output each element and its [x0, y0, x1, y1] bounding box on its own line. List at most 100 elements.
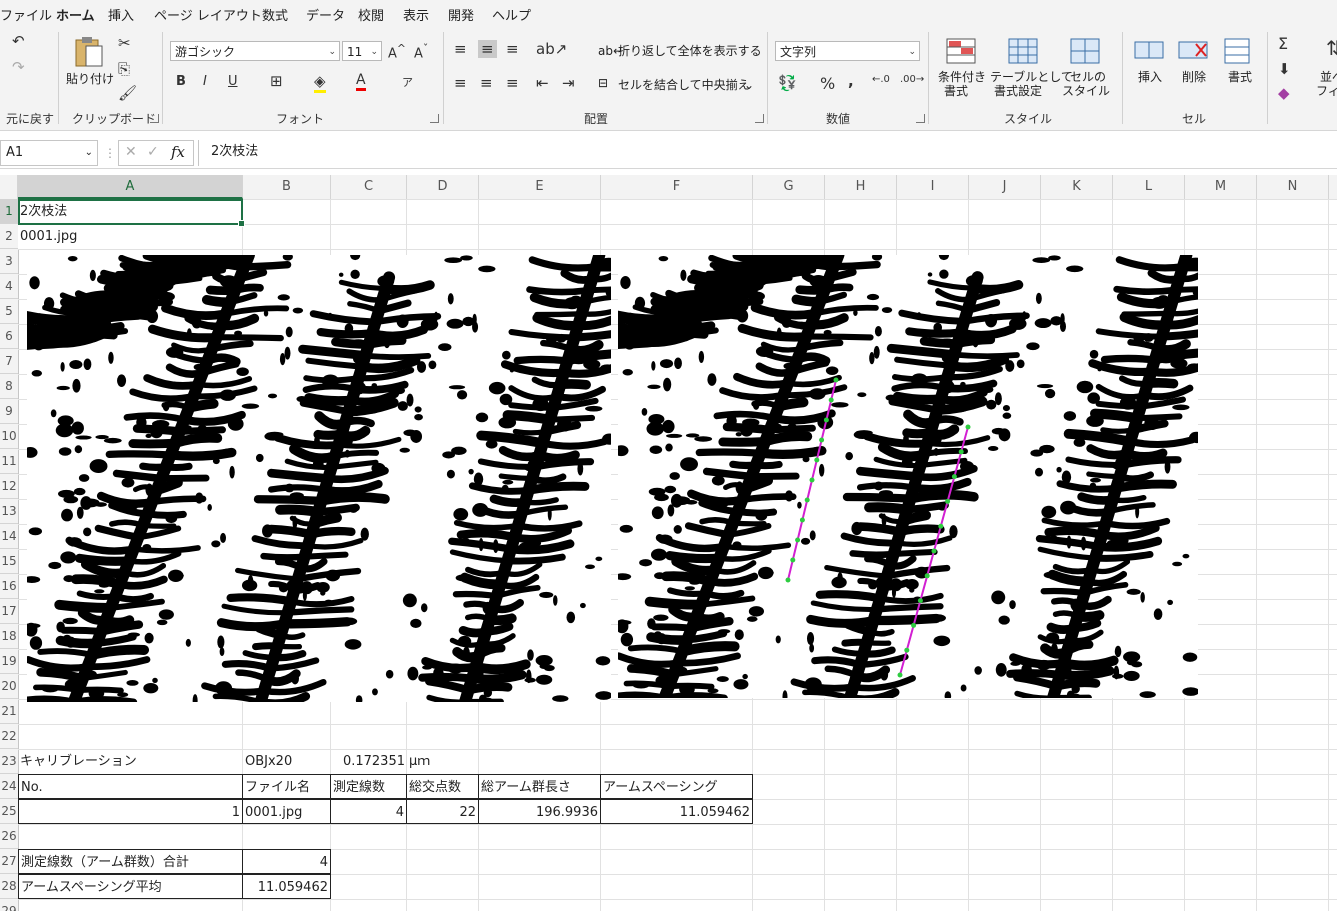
number-format-select[interactable]: 文字列 ⌄: [775, 41, 920, 61]
menu-view[interactable]: 表示: [403, 5, 429, 24]
formula-input[interactable]: 2次枝法: [198, 140, 1337, 166]
accounting-icon[interactable]: 💱: [778, 74, 797, 92]
row-header-13[interactable]: 13: [0, 499, 18, 524]
col-header-c[interactable]: C: [331, 175, 407, 199]
col-header-j[interactable]: J: [969, 175, 1041, 199]
enter-icon[interactable]: ✓: [147, 144, 159, 160]
row-header-15[interactable]: 15: [0, 549, 18, 574]
font-color-icon[interactable]: A: [356, 72, 366, 91]
sheet-grid[interactable]: 2次枝法 0001.jpg キャリブレーション OBJx20 0.172351 …: [18, 199, 1337, 911]
col-header-k[interactable]: K: [1041, 175, 1113, 199]
col-header-h[interactable]: H: [825, 175, 897, 199]
row-header-11[interactable]: 11: [0, 449, 18, 474]
row-header-18[interactable]: 18: [0, 624, 18, 649]
fill-color-icon[interactable]: ◈: [314, 72, 326, 93]
increase-font-icon[interactable]: A^: [388, 42, 406, 61]
row-header-17[interactable]: 17: [0, 599, 18, 624]
phonetic-icon[interactable]: ア: [402, 74, 413, 90]
autosum-icon[interactable]: Σ: [1278, 34, 1288, 53]
table-cell-filename[interactable]: 0001.jpg: [242, 799, 331, 824]
row-header-21[interactable]: 21: [0, 699, 18, 724]
summary-value-total-lines[interactable]: 4: [242, 849, 331, 874]
micrograph-original[interactable]: [27, 255, 611, 702]
font-name-select[interactable]: 游ゴシック ⌄: [170, 41, 340, 61]
name-box[interactable]: A1 ⌄: [0, 140, 98, 166]
cell-d23[interactable]: μｍ: [407, 749, 479, 774]
table-cell-arm-spacing[interactable]: 11.059462: [600, 799, 753, 824]
sort-filter-label-2[interactable]: フィル: [1316, 84, 1337, 98]
redo-icon[interactable]: ↷: [12, 58, 25, 76]
row-header-28[interactable]: 28: [0, 874, 18, 899]
row-header-19[interactable]: 19: [0, 649, 18, 674]
format-cells-button[interactable]: 書式: [1220, 38, 1258, 102]
menu-insert[interactable]: 挿入: [108, 5, 134, 24]
cut-icon[interactable]: ✂: [118, 34, 131, 52]
col-header-n[interactable]: N: [1257, 175, 1329, 199]
increase-indent-icon[interactable]: ⇥: [562, 74, 575, 92]
italic-icon[interactable]: I: [203, 74, 207, 89]
row-header-25[interactable]: 25: [0, 799, 18, 824]
percent-icon[interactable]: %: [820, 74, 835, 93]
table-header-intersections[interactable]: 総交点数: [406, 774, 479, 799]
row-header-22[interactable]: 22: [0, 724, 18, 749]
decrease-decimal-icon[interactable]: .00→: [900, 74, 924, 85]
row-header-27[interactable]: 27: [0, 849, 18, 874]
row-header-26[interactable]: 26: [0, 824, 18, 849]
menu-page-layout[interactable]: ページ レイアウト: [154, 5, 262, 24]
insert-function-icon[interactable]: fx: [171, 143, 185, 161]
cell-b23[interactable]: OBJx20: [243, 749, 331, 774]
col-header-f[interactable]: F: [601, 175, 753, 199]
sort-filter-icon[interactable]: ⇅: [1326, 36, 1337, 60]
row-header-1[interactable]: 1: [0, 199, 18, 224]
decrease-font-icon[interactable]: Aˇ: [414, 42, 428, 61]
underline-icon[interactable]: U: [228, 74, 238, 89]
menu-file[interactable]: ファイル: [0, 5, 52, 24]
row-header-20[interactable]: 20: [0, 674, 18, 699]
row-header-5[interactable]: 5: [0, 299, 18, 324]
clear-icon[interactable]: ◆: [1278, 84, 1290, 102]
row-header-4[interactable]: 4: [0, 274, 18, 299]
menu-formulas[interactable]: 数式: [262, 5, 288, 24]
col-header-i[interactable]: I: [897, 175, 969, 199]
align-bottom-icon[interactable]: ≡: [506, 40, 519, 58]
col-header-m[interactable]: M: [1185, 175, 1257, 199]
paste-button[interactable]: 貼り付け: [66, 34, 114, 104]
format-as-table-button[interactable]: テーブルとして 書式設定: [990, 38, 1073, 102]
row-header-7[interactable]: 7: [0, 349, 18, 374]
fill-icon[interactable]: ⬇: [1278, 60, 1291, 78]
col-header-d[interactable]: D: [407, 175, 479, 199]
micrograph-measured[interactable]: [618, 255, 1198, 698]
summary-label-avg-spacing[interactable]: アームスペーシング平均: [18, 874, 243, 899]
undo-icon[interactable]: ↶: [12, 32, 25, 50]
row-header-16[interactable]: 16: [0, 574, 18, 599]
number-launcher[interactable]: [916, 114, 925, 123]
copy-icon[interactable]: ⎘: [118, 60, 130, 78]
table-header-lines[interactable]: 測定線数: [330, 774, 407, 799]
row-header-3[interactable]: 3: [0, 249, 18, 274]
orientation-icon[interactable]: ab↗: [536, 40, 567, 58]
delete-cells-button[interactable]: 削除: [1176, 38, 1214, 102]
menu-help[interactable]: ヘルプ: [492, 5, 531, 24]
align-center-icon[interactable]: ≡: [480, 74, 493, 92]
align-left-icon[interactable]: ≡: [454, 74, 467, 92]
row-header-10[interactable]: 10: [0, 424, 18, 449]
row-header-12[interactable]: 12: [0, 474, 18, 499]
col-header-b[interactable]: B: [243, 175, 331, 199]
alignment-launcher[interactable]: [755, 114, 764, 123]
row-header-2[interactable]: 2: [0, 224, 18, 249]
row-header-24[interactable]: 24: [0, 774, 18, 799]
sort-filter-label-1[interactable]: 並べ: [1320, 70, 1337, 84]
row-header-9[interactable]: 9: [0, 399, 18, 424]
cell-a2[interactable]: 0001.jpg: [18, 224, 242, 249]
table-cell-arm-length[interactable]: 196.9936: [478, 799, 601, 824]
row-header-14[interactable]: 14: [0, 524, 18, 549]
cell-a23[interactable]: キャリブレーション: [18, 749, 242, 774]
table-header-filename[interactable]: ファイル名: [242, 774, 331, 799]
clipboard-launcher[interactable]: [150, 114, 159, 123]
format-painter-icon[interactable]: 🖌: [118, 84, 137, 102]
cell-c23[interactable]: 0.172351: [331, 749, 407, 774]
row-header-29[interactable]: 29: [0, 899, 18, 911]
align-middle-icon[interactable]: ≡: [478, 40, 497, 58]
cell-styles-button[interactable]: セルの スタイル: [1060, 38, 1112, 102]
col-header-a[interactable]: A: [18, 175, 243, 199]
